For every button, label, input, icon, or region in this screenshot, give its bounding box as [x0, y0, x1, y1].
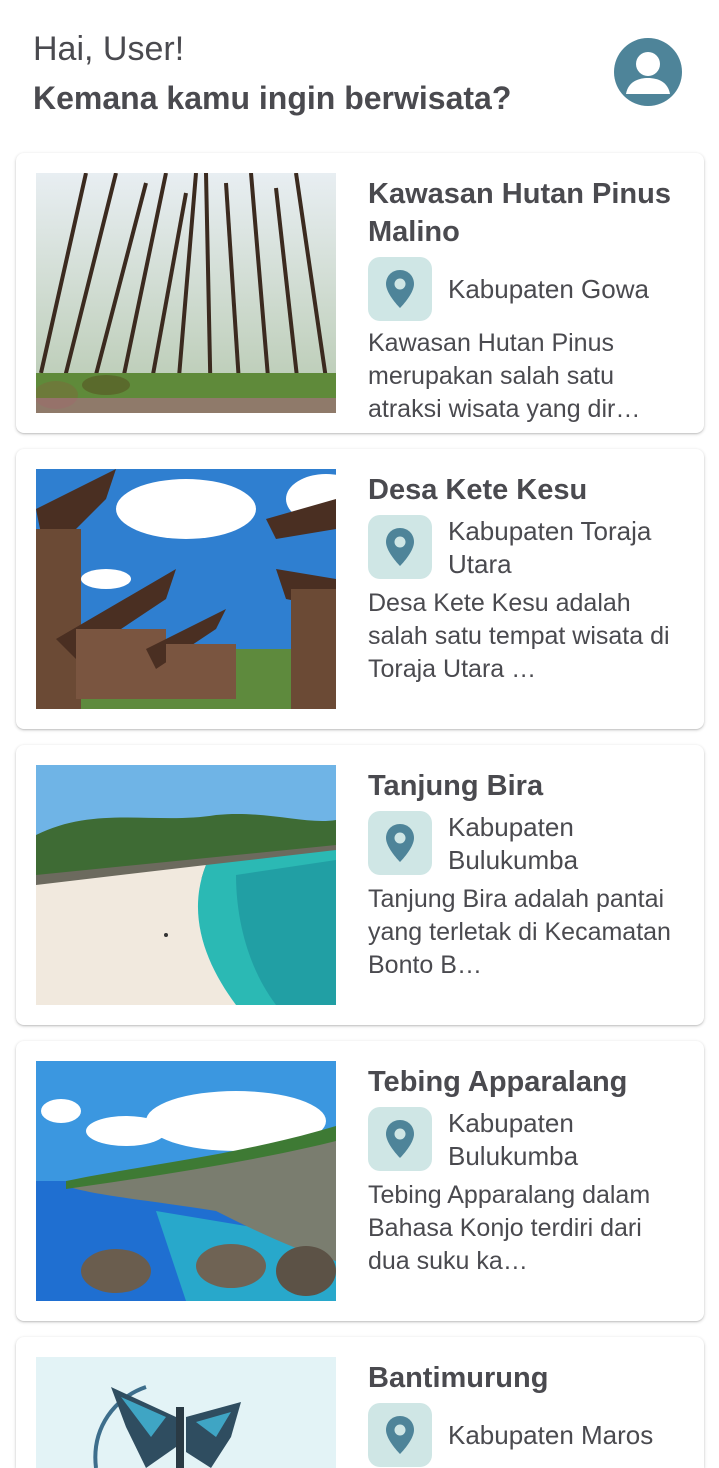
app-header: Hai, User! Kemana kamu ingin berwisata?	[0, 0, 719, 140]
destination-location: Kabupaten Bulukumba	[448, 812, 579, 875]
destination-card[interactable]: Tanjung Bira Kabupaten Bulukumba Tanjung…	[16, 745, 704, 1025]
destination-location: Kabupaten Bulukumba	[448, 1108, 579, 1171]
destination-location: Kabupaten Toraja Utara	[448, 516, 652, 579]
destination-location: Kabupaten Gowa	[448, 274, 649, 304]
destination-card[interactable]: Tebing Apparalang Kabupaten Bulukumba Te…	[16, 1041, 704, 1321]
destination-card[interactable]: Bantimurung Kabupaten Maros	[16, 1337, 704, 1468]
destination-description: Tebing Apparalang dalam Bahasa Konjo ter…	[368, 1181, 651, 1275]
destination-description: Tanjung Bira adalah pantai yang terletak…	[368, 885, 671, 979]
greeting-text: Hai, User!	[33, 30, 185, 68]
location-pin-icon	[368, 515, 432, 579]
pine-forest-photo	[36, 173, 336, 413]
butterfly-statue-photo	[36, 1357, 336, 1468]
destination-title: Tanjung Bira	[368, 770, 544, 802]
destination-card[interactable]: Kawasan Hutan Pinus Malino Kabupaten Gow…	[16, 153, 704, 433]
destination-description: Desa Kete Kesu adalah salah satu tempat …	[368, 589, 670, 683]
destination-title: Desa Kete Kesu	[368, 474, 588, 506]
destination-card[interactable]: Desa Kete Kesu Kabupaten Toraja Utara De…	[16, 449, 704, 729]
location-pin-icon	[368, 811, 432, 875]
tongkonan-houses-photo	[36, 469, 336, 709]
destination-description: Kawasan Hutan Pinus merupakan salah satu…	[368, 329, 641, 423]
white-sand-beach-photo	[36, 765, 336, 1005]
destination-title: Tebing Apparalang	[368, 1066, 628, 1098]
location-pin-icon	[368, 1403, 432, 1467]
user-avatar-icon[interactable]	[614, 38, 682, 106]
destination-location: Kabupaten Maros	[448, 1420, 654, 1450]
destination-title: Kawasan Hutan Pinus Malino	[368, 178, 671, 248]
sea-cliff-photo	[36, 1061, 336, 1301]
location-pin-icon	[368, 257, 432, 321]
destination-title: Bantimurung	[368, 1362, 549, 1394]
page-title: Kemana kamu ingin berwisata?	[33, 80, 512, 116]
location-pin-icon	[368, 1107, 432, 1171]
